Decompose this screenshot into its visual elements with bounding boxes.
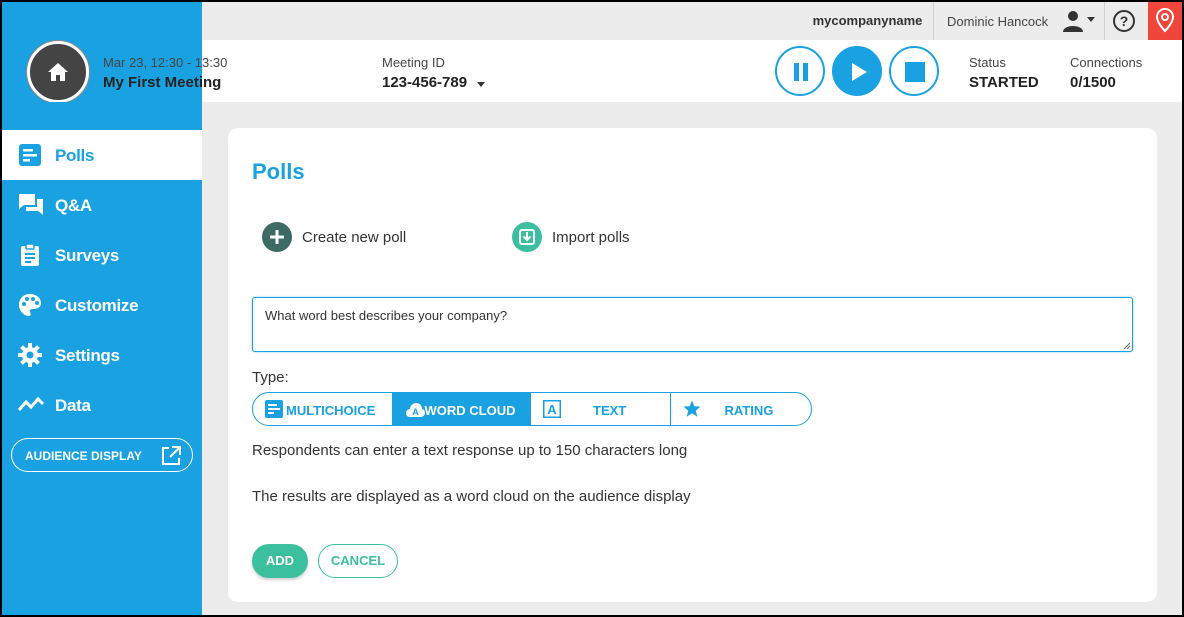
type-word-cloud[interactable]: A WORD CLOUD <box>392 393 531 425</box>
status-label: Status <box>969 55 1006 70</box>
connections-label: Connections <box>1070 55 1143 70</box>
gear-icon <box>18 343 44 367</box>
chart-line-icon <box>17 393 45 417</box>
page-title: Polls <box>252 159 305 184</box>
sidebar-item-label: Q&A <box>55 196 92 215</box>
type-option-label: MULTICHOICE <box>286 403 376 418</box>
audience-display-label: AUDIENCE DISPLAY <box>25 449 142 463</box>
type-rating[interactable]: RATING <box>671 393 812 425</box>
top-bar-brand-area <box>2 2 202 40</box>
svg-text:A: A <box>412 407 419 417</box>
type-description-limit: Respondents can enter a text response up… <box>252 442 688 459</box>
sidebar-item-label: Polls <box>55 146 95 165</box>
resize-handle-icon[interactable] <box>1123 342 1131 350</box>
company-name[interactable]: mycompanyname <box>802 2 934 40</box>
text-icon: A <box>543 400 561 421</box>
type-description-display: The results are displayed as a word clou… <box>252 488 691 505</box>
chat-icon <box>18 193 44 217</box>
sidebar-item-qa[interactable]: Q&A <box>2 180 202 230</box>
clipboard-icon <box>18 243 44 267</box>
poll-question-input[interactable]: What word best describes your company? <box>252 297 1133 352</box>
sidebar-item-polls[interactable]: Polls <box>2 130 202 180</box>
word-cloud-icon: A <box>405 402 425 421</box>
polls-icon <box>18 143 44 167</box>
stop-button[interactable] <box>889 46 939 96</box>
type-option-label: RATING <box>724 403 774 418</box>
home-button[interactable] <box>27 41 89 103</box>
multichoice-icon <box>265 400 283 421</box>
sidebar-item-label: Surveys <box>55 246 120 265</box>
sidebar-item-label: Data <box>55 396 91 415</box>
help-icon[interactable]: ? <box>1113 10 1135 32</box>
cancel-button[interactable]: CANCEL <box>318 544 398 578</box>
type-option-label: TEXT <box>593 403 627 418</box>
audience-display-button[interactable]: AUDIENCE DISPLAY <box>11 438 193 472</box>
top-bar: mycompanyname Dominic Hancock ? <box>2 2 1182 40</box>
sidebar-item-surveys[interactable]: Surveys <box>2 230 202 280</box>
user-menu[interactable]: Dominic Hancock <box>935 2 1105 40</box>
sidebar-item-data[interactable]: Data <box>2 380 202 430</box>
meeting-id-label: Meeting ID <box>382 55 445 70</box>
sidebar: Polls Q&A Surveys Customize Settings Dat… <box>2 102 202 615</box>
play-icon <box>852 63 867 81</box>
sidebar-item-customize[interactable]: Customize <box>2 280 202 330</box>
user-name: Dominic Hancock <box>947 14 1049 29</box>
sidebar-item-settings[interactable]: Settings <box>2 330 202 380</box>
poll-type-selector: MULTICHOICE A WORD CLOUD A TEXT RATING <box>252 392 812 426</box>
import-icon <box>512 222 542 252</box>
type-label: Type: <box>252 369 289 386</box>
type-multichoice[interactable]: MULTICHOICE <box>253 393 393 425</box>
app-window: mycompanyname Dominic Hancock ? Mar 23, … <box>2 2 1182 615</box>
chevron-down-icon <box>1087 17 1095 22</box>
polls-card: Polls Create new poll Import polls What … <box>228 128 1157 602</box>
palette-icon <box>18 293 44 317</box>
play-button[interactable] <box>832 46 882 96</box>
add-button[interactable]: ADD <box>252 544 308 578</box>
external-link-icon <box>162 446 181 465</box>
type-text[interactable]: A TEXT <box>531 393 671 425</box>
create-poll-label: Create new poll <box>302 229 407 246</box>
import-polls-label: Import polls <box>552 229 630 246</box>
meeting-header: Mar 23, 12:30 - 13:30 My First Meeting M… <box>2 40 1182 103</box>
user-icon <box>1061 9 1087 33</box>
chevron-down-icon[interactable] <box>477 82 485 87</box>
sidebar-item-label: Customize <box>55 296 139 315</box>
star-icon <box>683 400 701 421</box>
location-pin-button[interactable] <box>1148 2 1182 40</box>
status-value: STARTED <box>969 74 1039 91</box>
pause-icon <box>794 63 808 81</box>
stop-icon <box>905 62 925 82</box>
svg-text:A: A <box>547 402 557 417</box>
sidebar-item-label: Settings <box>55 346 120 365</box>
home-icon <box>48 63 68 81</box>
meeting-name: My First Meeting <box>103 74 222 91</box>
meeting-id-dropdown[interactable]: 123-456-789 <box>382 74 467 91</box>
pause-button[interactable] <box>775 46 825 96</box>
type-option-label: WORD CLOUD <box>424 403 516 418</box>
meeting-date-time: Mar 23, 12:30 - 13:30 <box>103 55 228 70</box>
plus-icon <box>262 222 292 252</box>
location-pin-icon <box>1156 8 1174 33</box>
connections-value: 0/1500 <box>1070 74 1116 91</box>
